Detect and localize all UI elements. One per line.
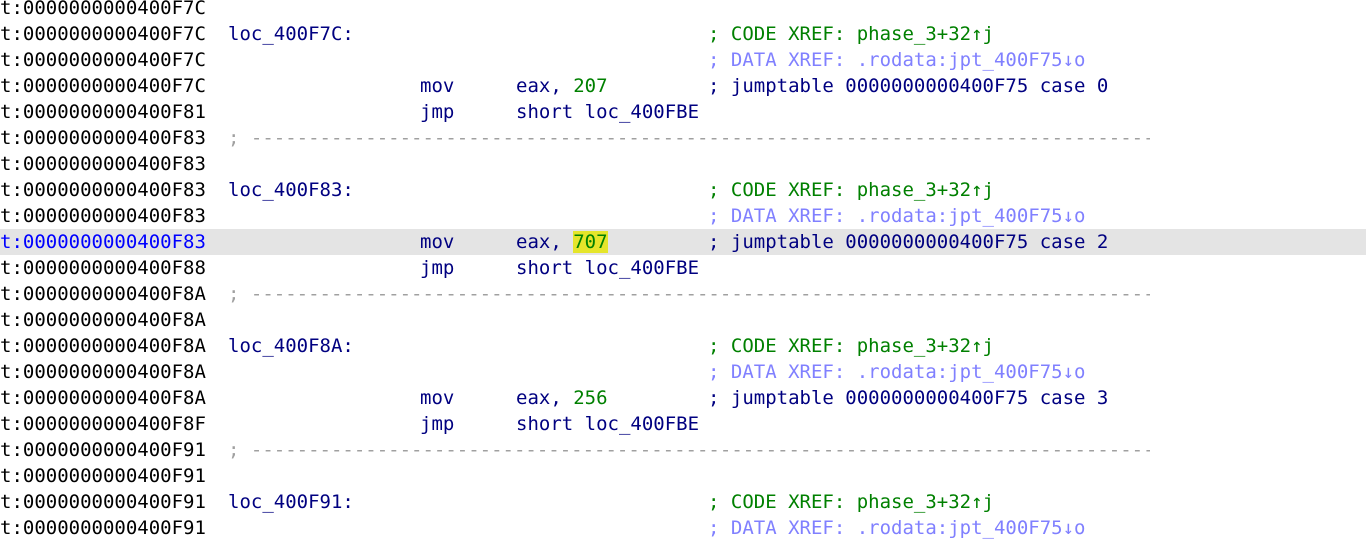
line-address[interactable]: t:0000000000400F7C	[0, 73, 206, 99]
line-address[interactable]: t:0000000000400F83	[0, 125, 206, 151]
instruction-mnemonic[interactable]: jmp	[420, 99, 454, 125]
listing-line[interactable]: t:0000000000400F8A	[0, 307, 1366, 333]
line-address[interactable]: t:0000000000400F83	[0, 177, 206, 203]
listing-line[interactable]: t:0000000000400F91	[0, 463, 1366, 489]
listing-line[interactable]: t:0000000000400F8A ; DATA XREF: .rodata:j…	[0, 359, 1366, 385]
register-operand[interactable]: eax,	[516, 75, 573, 97]
data-xref-comment[interactable]: ; DATA XREF: .rodata:jpt_400F75↓o	[708, 47, 1086, 73]
instruction-mnemonic[interactable]: jmp	[420, 411, 454, 437]
line-address[interactable]: t:0000000000400F8A	[0, 333, 206, 359]
listing-line[interactable]: t:0000000000400F8A mov eax, 256 ; jumptable…	[0, 385, 1366, 411]
line-address[interactable]: t:0000000000400F91	[0, 437, 206, 463]
listing-line[interactable]: t:0000000000400F83	[0, 151, 1366, 177]
listing-line[interactable]: t:0000000000400F91 loc_400F91: ; CODE XREF…	[0, 489, 1366, 515]
jumptable-comment[interactable]: ; jumptable 0000000000400F75 case 3	[708, 385, 1108, 411]
listing-line[interactable]: t:0000000000400F7C loc_400F7C: ; CODE XREF…	[0, 21, 1366, 47]
listing-line[interactable]: t:0000000000400F91 ; DATA XREF: .rodata:j…	[0, 515, 1366, 541]
listing-line[interactable]: t:0000000000400F7C mov eax, 207 ; jumptable…	[0, 73, 1366, 99]
data-xref-comment[interactable]: ; DATA XREF: .rodata:jpt_400F75↓o	[708, 515, 1086, 541]
code-label[interactable]: loc_400F7C:	[228, 21, 354, 47]
line-address[interactable]: t:0000000000400F7C	[0, 47, 206, 73]
immediate-value[interactable]: 207	[573, 75, 607, 97]
instruction-operand[interactable]: short loc_400FBE	[516, 99, 699, 125]
listing-line[interactable]: t:0000000000400F7C ; DATA XREF: .rodata:j…	[0, 47, 1366, 73]
line-address[interactable]: t:0000000000400F83	[0, 203, 206, 229]
listing-line[interactable]: t:0000000000400F83 ; DATA XREF: .rodata:j…	[0, 203, 1366, 229]
line-address[interactable]: t:0000000000400F8A	[0, 281, 206, 307]
code-xref-comment[interactable]: ; CODE XREF: phase_3+32↑j	[708, 177, 994, 203]
listing-line[interactable]: t:0000000000400F88 jmp short loc_400FBE	[0, 255, 1366, 281]
separator-line: ; --------------------------------------…	[228, 283, 1150, 305]
line-address[interactable]: t:0000000000400F7C	[0, 0, 206, 21]
instruction-operands[interactable]: eax, 207	[516, 73, 608, 99]
instruction-mnemonic[interactable]: mov	[420, 385, 454, 411]
jumptable-comment[interactable]: ; jumptable 0000000000400F75 case 0	[708, 73, 1108, 99]
line-address[interactable]: t:0000000000400F91	[0, 515, 206, 541]
code-label[interactable]: loc_400F83:	[228, 177, 354, 203]
data-xref-comment[interactable]: ; DATA XREF: .rodata:jpt_400F75↓o	[708, 359, 1086, 385]
code-label[interactable]: loc_400F91:	[228, 489, 354, 515]
line-address[interactable]: t:0000000000400F88	[0, 255, 206, 281]
separator-line: ; --------------------------------------…	[228, 439, 1150, 461]
register-operand[interactable]: eax,	[516, 231, 573, 253]
listing-line[interactable]: t:0000000000400F83 loc_400F83: ; CODE XREF…	[0, 177, 1366, 203]
immediate-value-highlighted[interactable]: 707	[573, 231, 608, 253]
instruction-mnemonic[interactable]: mov	[420, 73, 454, 99]
code-xref-comment[interactable]: ; CODE XREF: phase_3+32↑j	[708, 21, 994, 47]
disassembly-listing[interactable]: t:0000000000400F7C t:0000000000400F7C loc_…	[0, 0, 1366, 543]
instruction-mnemonic[interactable]: mov	[420, 229, 454, 255]
immediate-value[interactable]: 256	[573, 387, 607, 409]
line-address[interactable]: t:0000000000400F91	[0, 489, 206, 515]
instruction-operands[interactable]: eax, 707	[516, 229, 608, 255]
register-operand[interactable]: eax,	[516, 387, 573, 409]
instruction-mnemonic[interactable]: jmp	[420, 255, 454, 281]
line-address[interactable]: t:0000000000400F91	[0, 463, 206, 489]
line-address[interactable]: t:0000000000400F83	[0, 151, 206, 177]
listing-line[interactable]: t:0000000000400F81 jmp short loc_400FBE	[0, 99, 1366, 125]
listing-line[interactable]: t:0000000000400F8A loc_400F8A: ; CODE XREF…	[0, 333, 1366, 359]
separator-line: ; --------------------------------------…	[228, 127, 1150, 149]
line-address[interactable]: t:0000000000400F7C	[0, 21, 206, 47]
data-xref-comment[interactable]: ; DATA XREF: .rodata:jpt_400F75↓o	[708, 203, 1086, 229]
line-address[interactable]: t:0000000000400F83	[0, 229, 206, 255]
line-address[interactable]: t:0000000000400F8A	[0, 359, 206, 385]
line-address[interactable]: t:0000000000400F8F	[0, 411, 206, 437]
listing-line[interactable]: t:0000000000400F91 ; --------------------…	[0, 437, 1366, 463]
line-address[interactable]: t:0000000000400F81	[0, 99, 206, 125]
line-address[interactable]: t:0000000000400F8A	[0, 307, 206, 333]
jumptable-comment[interactable]: ; jumptable 0000000000400F75 case 2	[708, 229, 1108, 255]
instruction-operands[interactable]: eax, 256	[516, 385, 608, 411]
code-label[interactable]: loc_400F8A:	[228, 333, 354, 359]
listing-line-current[interactable]: t:0000000000400F83 mov eax, 707 ; jumptable…	[0, 229, 1366, 255]
code-xref-comment[interactable]: ; CODE XREF: phase_3+32↑j	[708, 489, 994, 515]
instruction-operand[interactable]: short loc_400FBE	[516, 255, 699, 281]
listing-line[interactable]: t:0000000000400F7C	[0, 0, 1366, 21]
instruction-operand[interactable]: short loc_400FBE	[516, 411, 699, 437]
listing-line[interactable]: t:0000000000400F83 ; --------------------…	[0, 125, 1366, 151]
listing-line[interactable]: t:0000000000400F8F jmp short loc_400FBE	[0, 411, 1366, 437]
code-xref-comment[interactable]: ; CODE XREF: phase_3+32↑j	[708, 333, 994, 359]
line-address[interactable]: t:0000000000400F8A	[0, 385, 206, 411]
listing-line[interactable]: t:0000000000400F8A ; --------------------…	[0, 281, 1366, 307]
